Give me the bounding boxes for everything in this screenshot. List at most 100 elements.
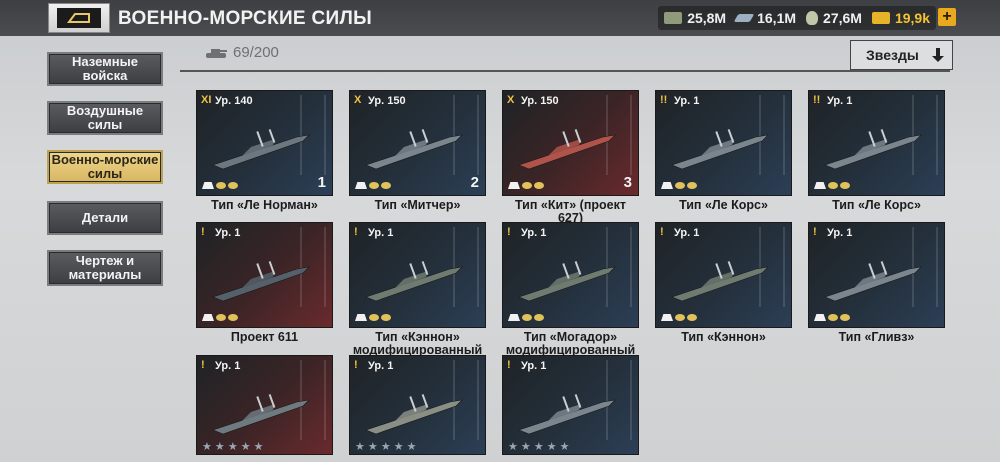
nav-air-forces[interactable]: Воздушные силы <box>47 101 163 135</box>
unit-rank: 3 <box>623 174 632 191</box>
trait-icon <box>675 314 685 321</box>
resource-oil: 27,6M <box>806 10 862 26</box>
unit-card[interactable]: XI Ур. 140 1 <box>196 90 333 196</box>
ship-image <box>212 129 310 170</box>
oil-icon <box>806 11 819 25</box>
ship-image <box>518 394 616 435</box>
back-icon <box>57 8 101 28</box>
unit-card[interactable]: !! Ур. 1 <box>655 90 792 196</box>
trait-icon <box>522 314 532 321</box>
tier-badge-icon: ! <box>660 226 664 238</box>
resource-gold: 19,9k <box>871 10 930 26</box>
unit-rank: 1 <box>317 174 326 191</box>
add-gold-button[interactable]: + <box>938 8 956 26</box>
ship-class-icon <box>202 314 214 321</box>
ship-image <box>824 261 922 302</box>
trait-icon <box>228 314 238 321</box>
trait-icons <box>814 314 850 321</box>
ship-image <box>365 129 463 170</box>
ship-image <box>212 394 310 435</box>
trait-icon <box>687 182 697 189</box>
unit-card[interactable]: ! Ур. 1 <box>808 222 945 328</box>
unit-card[interactable]: ! Ур. 1 ★ ★ ★ ★ ★ <box>502 355 639 455</box>
nav-air-forces-label: Воздушные силы <box>66 103 144 132</box>
trait-icon <box>216 314 226 321</box>
ship-class-icon <box>661 314 673 321</box>
trait-icons <box>814 182 850 189</box>
trait-icon <box>381 182 391 189</box>
unit-card[interactable]: ! Ур. 1 <box>502 222 639 328</box>
tier-badge-icon: ! <box>813 226 817 238</box>
unit-card[interactable]: X Ур. 150 3 <box>502 90 639 196</box>
unit-name: Проект 611 <box>230 330 299 344</box>
tier-badge-icon: ! <box>507 226 511 238</box>
unit-level: Ур. 1 <box>827 227 853 239</box>
ship-class-icon <box>814 314 826 321</box>
trait-icon <box>228 182 238 189</box>
tier-badge-icon: ! <box>507 359 511 371</box>
ship-image <box>365 261 463 302</box>
money-icon <box>664 12 683 24</box>
trait-icon <box>522 182 532 189</box>
trait-icon <box>534 182 544 189</box>
unit-level: Ур. 1 <box>521 227 547 239</box>
divider <box>180 70 950 72</box>
ship-class-icon <box>814 182 826 189</box>
ship-class-icon <box>355 182 367 189</box>
ship-class-icon <box>508 182 520 189</box>
unit-count-value: 69/200 <box>233 44 279 61</box>
trait-icon <box>828 182 838 189</box>
nav-blueprints[interactable]: Чертеж и материалы <box>47 250 163 286</box>
resource-bar: 25,8M 16,1M 27,6M 19,9k <box>658 6 936 30</box>
sort-dropdown[interactable]: Звезды <box>850 40 953 70</box>
resource-cash: 25,8M <box>664 10 726 26</box>
nav-naval-forces-label: Военно-морские силы <box>51 152 159 181</box>
ship-class-icon <box>508 314 520 321</box>
resource-steel: 16,1M <box>733 10 797 26</box>
ship-image <box>518 129 616 170</box>
unit-card[interactable]: X Ур. 150 2 <box>349 90 486 196</box>
nav-naval-forces[interactable]: Военно-морские силы <box>47 150 163 184</box>
unit-rank: 2 <box>470 174 479 191</box>
unit-card[interactable]: !! Ур. 1 <box>808 90 945 196</box>
trait-icons <box>355 314 391 321</box>
unit-card[interactable]: ! Ур. 1 ★ ★ ★ ★ ★ <box>196 355 333 455</box>
unit-card[interactable]: ! Ур. 1 <box>196 222 333 328</box>
trait-icon <box>828 314 838 321</box>
ship-image <box>671 261 769 302</box>
sort-label: Звезды <box>866 47 919 63</box>
unit-level: Ур. 1 <box>368 360 394 372</box>
tier-badge-icon: ! <box>354 359 358 371</box>
unit-level: Ур. 1 <box>674 227 700 239</box>
trait-icon <box>534 314 544 321</box>
tier-badge-icon: X <box>354 94 362 106</box>
trait-icon <box>840 314 850 321</box>
resource-cash-value: 25,8M <box>687 10 727 26</box>
ship-image <box>518 261 616 302</box>
unit-level: Ур. 150 <box>368 95 406 107</box>
unit-name: Тип «Могадор» модифицированный <box>505 330 636 357</box>
unit-card[interactable]: ! Ур. 1 <box>349 222 486 328</box>
unit-card[interactable]: ! Ур. 1 <box>655 222 792 328</box>
star-rating: ★ ★ ★ ★ ★ <box>355 441 417 453</box>
unit-name: Тип «Митчер» <box>374 198 461 212</box>
trait-icons <box>508 314 544 321</box>
star-rating: ★ ★ ★ ★ ★ <box>508 441 570 453</box>
unit-level: Ур. 140 <box>215 95 253 107</box>
back-button[interactable] <box>48 3 110 33</box>
unit-card[interactable]: ! Ур. 1 ★ ★ ★ ★ ★ <box>349 355 486 455</box>
unit-level: Ур. 1 <box>215 227 241 239</box>
nav-ground-forces[interactable]: Наземные войска <box>47 52 163 86</box>
unit-count: 69/200 <box>205 44 279 61</box>
trait-icon <box>369 314 379 321</box>
arrow-down-icon <box>932 48 944 62</box>
ship-image <box>671 129 769 170</box>
ship-image <box>365 394 463 435</box>
trait-icon <box>369 182 379 189</box>
tier-badge-icon: XI <box>201 94 212 106</box>
resource-steel-value: 16,1M <box>757 10 797 26</box>
trait-icons <box>202 182 238 189</box>
tier-badge-icon: ! <box>201 226 205 238</box>
trait-icon <box>216 182 226 189</box>
nav-parts[interactable]: Детали <box>47 201 163 235</box>
